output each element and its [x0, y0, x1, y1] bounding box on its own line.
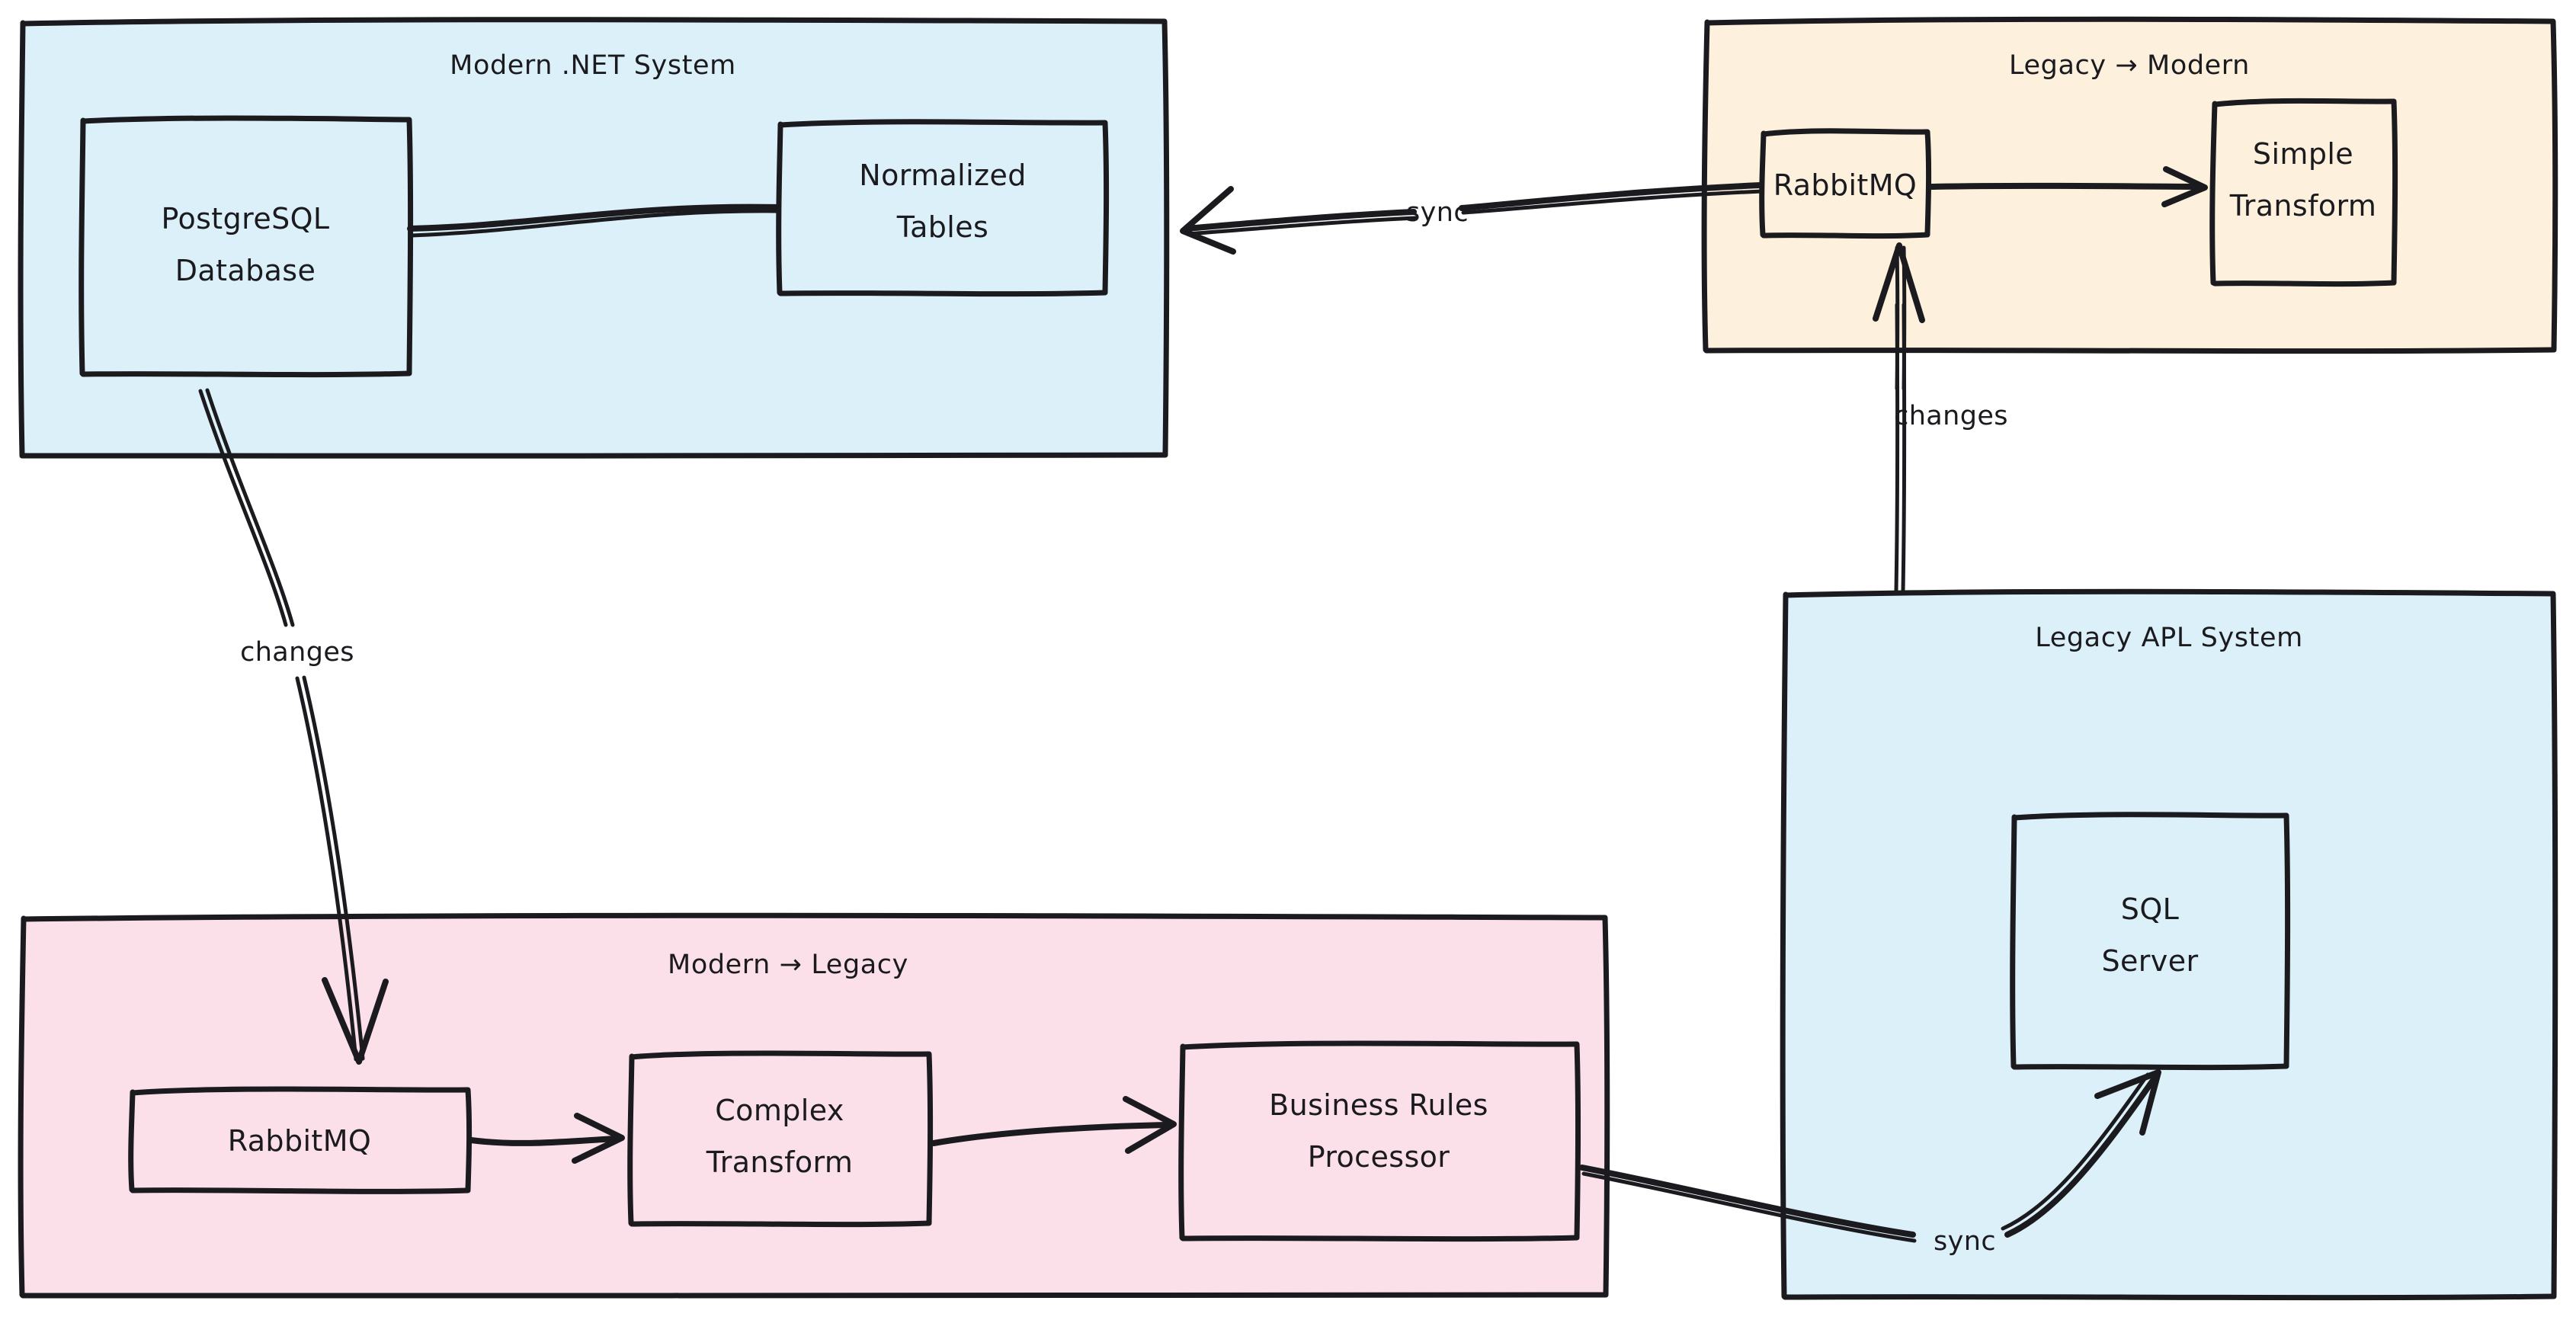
- business-rules-label-line1: Business Rules: [1269, 1088, 1488, 1122]
- complex-transform-fill: [630, 1052, 930, 1224]
- modern-to-legacy-left-edge: [18, 915, 27, 1298]
- architecture-diagram: Modern .NET System PostgreSQL Database N…: [18, 16, 2558, 1301]
- node-sql-server[interactable]: SQL Server: [2010, 812, 2291, 1071]
- legacy-apl-system-right-edge: [2550, 591, 2558, 1299]
- simple-transform-label-line2: Transform: [2229, 189, 2377, 223]
- sql-server-right-edge: [2283, 812, 2291, 1068]
- simple-transform-bottom-edge: [2212, 280, 2397, 287]
- rabbitmq-simple-line: [1927, 182, 2203, 190]
- node-normalized-tables[interactable]: Normalized Tables: [776, 119, 1110, 297]
- legacy-to-modern-right-edge: [2550, 18, 2558, 352]
- legacy-apl-system-left-edge: [1780, 591, 1789, 1299]
- postgresql-database-label-line2: Database: [175, 254, 316, 287]
- complex-transform-label-line1: Complex: [715, 1094, 844, 1127]
- rabbitmq-lm-label: RabbitMQ: [1773, 168, 1917, 202]
- sql-server-label-line1: SQL: [2121, 892, 2179, 926]
- normalized-tables-bottom-edge: [777, 290, 1108, 297]
- legacy-to-modern-title: Legacy → Modern: [2009, 50, 2250, 81]
- legacy-apl-system-title: Legacy APL System: [2035, 623, 2303, 653]
- sync-top-label: sync: [1406, 197, 1469, 228]
- postgresql-database-bottom-edge: [80, 370, 412, 378]
- changes-left-label: changes: [240, 637, 354, 668]
- complex-transform-label-line2: Transform: [706, 1145, 854, 1179]
- modern-dotnet-system-bottom-edge: [19, 452, 1168, 460]
- business-rules-right-edge: [1574, 1041, 1581, 1240]
- modern-to-legacy-title: Modern → Legacy: [668, 950, 908, 980]
- sql-server-label-line2: Server: [2101, 944, 2198, 978]
- changes-right-label: changes: [1894, 401, 2008, 431]
- node-complex-transform[interactable]: Complex Transform: [627, 1050, 934, 1228]
- sync-top-arrowhead-icon: [1180, 186, 1236, 255]
- sql-server-left-edge: [2010, 814, 2017, 1069]
- normalized-tables-label-line2: Tables: [896, 210, 988, 244]
- normalized-tables-top-edge: [777, 119, 1107, 128]
- postgresql-database-left-edge: [78, 117, 86, 376]
- modern-dotnet-system-left-edge: [18, 20, 26, 458]
- legacy-to-modern-bottom-edge: [1703, 347, 2557, 354]
- postgresql-database-fill: [82, 118, 411, 375]
- sql-server-fill: [2012, 814, 2287, 1068]
- node-postgresql-database[interactable]: PostgreSQL Database: [78, 115, 414, 378]
- sync-bottom-label: sync: [1934, 1226, 1996, 1257]
- complex-transform-left-edge: [627, 1053, 635, 1226]
- node-rabbitmq-modern-legacy[interactable]: RabbitMQ: [128, 1086, 473, 1194]
- rabbitmq-lm-right-edge: [1924, 129, 1932, 237]
- node-simple-transform[interactable]: Simple Transform: [2209, 98, 2398, 287]
- postgresql-database-top-edge: [80, 115, 412, 124]
- business-rules-left-edge: [1178, 1043, 1186, 1241]
- normalized-tables-label-line1: Normalized: [859, 159, 1027, 192]
- sql-server-bottom-edge: [2011, 1063, 2289, 1071]
- modern-dotnet-system-title: Modern .NET System: [450, 50, 736, 81]
- rabbitmq-ml-label: RabbitMQ: [228, 1124, 371, 1158]
- normalized-tables-fill: [779, 122, 1107, 294]
- simple-transform-left-edge: [2209, 101, 2218, 286]
- simple-transform-label-line1: Simple: [2253, 137, 2353, 171]
- modern-to-legacy-bottom-edge: [20, 1292, 1609, 1299]
- complex-transform-right-edge: [926, 1051, 934, 1225]
- business-rules-bottom-edge: [1180, 1235, 1580, 1242]
- rabbitmq-lm-top-edge: [1761, 128, 1930, 137]
- simple-transform-right-edge: [2391, 98, 2398, 285]
- edge-sync-legacy-to-modern[interactable]: sync: [1180, 182, 1764, 255]
- business-rules-label-line2: Processor: [1308, 1140, 1450, 1174]
- modern-to-legacy-right-edge: [1602, 915, 1610, 1297]
- changes-right-line-upper-a: [1895, 245, 1900, 391]
- node-rabbitmq-legacy-modern[interactable]: RabbitMQ: [1759, 128, 1932, 239]
- postgresql-database-label-line1: PostgreSQL: [162, 202, 330, 235]
- legacy-apl-system-bottom-edge: [1782, 1293, 2557, 1301]
- rabbitmq-lm-bottom-edge: [1761, 232, 1930, 239]
- postgresql-database-right-edge: [406, 117, 414, 376]
- modern-dotnet-system-right-edge: [1161, 18, 1170, 457]
- node-business-rules-processor[interactable]: Business Rules Processor: [1178, 1040, 1581, 1242]
- complex-transform-bottom-edge: [629, 1220, 932, 1228]
- rabbitmq-ml-left-edge: [128, 1089, 136, 1193]
- rabbitmq-ml-bottom-edge: [130, 1187, 471, 1194]
- diagram-canvas: Modern .NET System PostgreSQL Database N…: [0, 0, 2576, 1320]
- normalized-tables-right-edge: [1102, 120, 1110, 295]
